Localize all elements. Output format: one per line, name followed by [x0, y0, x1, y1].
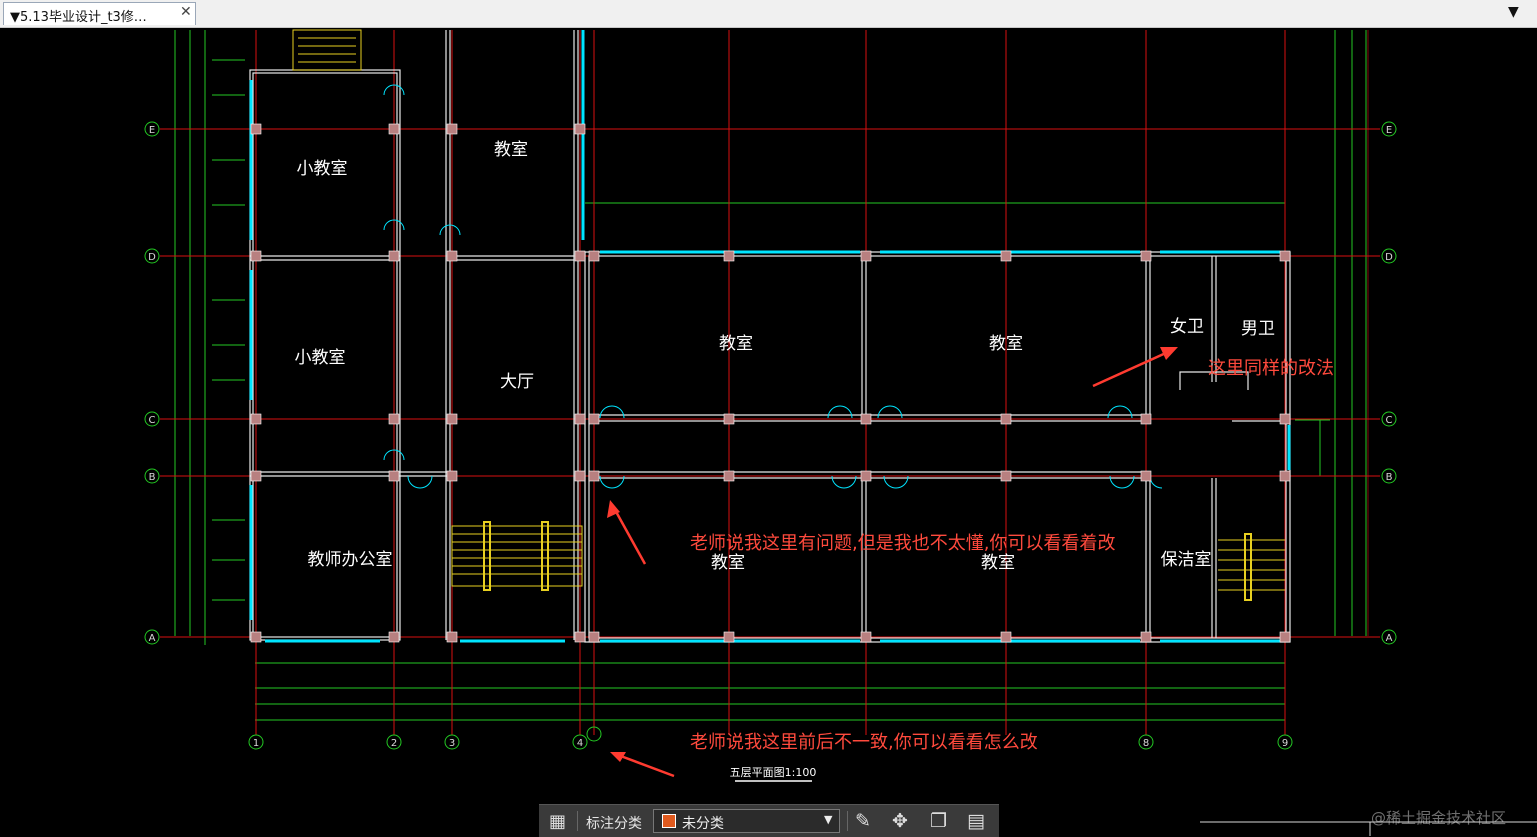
axis-label-row-d-left: D	[148, 252, 156, 263]
room-label: 保洁室	[1161, 550, 1212, 570]
toolbar-separator	[847, 811, 848, 831]
room-label: 教室	[711, 553, 745, 573]
axis-label-row-c-left: C	[149, 415, 156, 426]
room-label: 教室	[981, 553, 1015, 573]
stairs	[292, 29, 1285, 601]
room-label: 大厅	[500, 372, 534, 392]
annotation-note: 这里同样的改法	[1208, 358, 1334, 379]
room-label: 教室	[989, 334, 1023, 354]
annotation-toolbar: ▦ 标注分类 未分类 ▼ ✎ ✥ ❐ ▤	[539, 804, 999, 837]
room-label: 教室	[719, 334, 753, 354]
room-label: 教室	[494, 140, 528, 160]
axis-label-col-2: 2	[391, 738, 397, 749]
room-label: 男卫	[1241, 319, 1275, 339]
paste-icon[interactable]: ▤	[967, 810, 985, 832]
copy-icon[interactable]: ❐	[930, 810, 947, 832]
cad-drawing-canvas[interactable]: E D C B A E D C B A 1 2 3 4 8 9 小教室 教室 小…	[0, 27, 1537, 836]
tab-bar: ▼5.13毕业设计_t3修… ✕ ▼	[0, 0, 1537, 28]
axis-label-col-3: 3	[449, 738, 455, 749]
axis-label-row-a-right: A	[1386, 633, 1393, 644]
toolbar-separator	[577, 811, 578, 831]
axis-label-row-d-right: D	[1385, 252, 1393, 263]
axis-grid	[160, 30, 1380, 735]
axis-label-col-8: 8	[1143, 738, 1149, 749]
edit-icon[interactable]: ✎	[855, 810, 871, 832]
annotation-arrowheads	[607, 347, 1178, 762]
axis-label-row-b-left: B	[149, 472, 156, 483]
axis-label-row-a-left: A	[149, 633, 156, 644]
close-icon[interactable]: ✕	[180, 4, 192, 20]
document-tab[interactable]: ▼5.13毕业设计_t3修… ✕	[3, 2, 196, 25]
axis-label-col-1: 1	[253, 738, 259, 749]
chevron-down-icon[interactable]: ▼	[824, 813, 832, 826]
grid-icon[interactable]: ▦	[549, 811, 566, 832]
axis-label-col-9: 9	[1282, 738, 1288, 749]
axis-label-row-e-right: E	[1386, 125, 1392, 136]
room-label: 教师办公室	[308, 550, 393, 570]
annotation-note: 老师说我这里有问题,但是我也不太懂,你可以看看着改	[690, 533, 1115, 554]
tab-list-dropdown-icon[interactable]: ▼	[1508, 4, 1519, 20]
room-label: 女卫	[1170, 317, 1204, 337]
category-select[interactable]: 未分类 ▼	[653, 809, 840, 833]
axis-bubbles	[144, 121, 1397, 750]
tab-title[interactable]: ▼5.13毕业设计_t3修…	[10, 6, 147, 25]
axis-label-row-e-left: E	[149, 125, 155, 136]
watermark: @稀土掘金技术社区	[1371, 809, 1507, 827]
columns	[250, 123, 1291, 643]
room-label: 小教室	[295, 348, 346, 368]
category-select-value: 未分类	[682, 816, 724, 832]
plan-title: 五层平面图1:100	[730, 766, 817, 779]
room-label: 小教室	[297, 159, 348, 179]
category-label: 标注分类	[586, 816, 642, 832]
dimension-lines	[174, 30, 1367, 721]
move-icon[interactable]: ✥	[892, 810, 908, 832]
category-color-swatch	[662, 814, 676, 828]
axis-label-row-c-right: C	[1386, 415, 1393, 426]
axis-label-row-b-right: B	[1386, 472, 1393, 483]
axis-label-col-4: 4	[577, 738, 583, 749]
annotation-note: 老师说我这里前后不一致,你可以看看怎么改	[690, 732, 1038, 753]
